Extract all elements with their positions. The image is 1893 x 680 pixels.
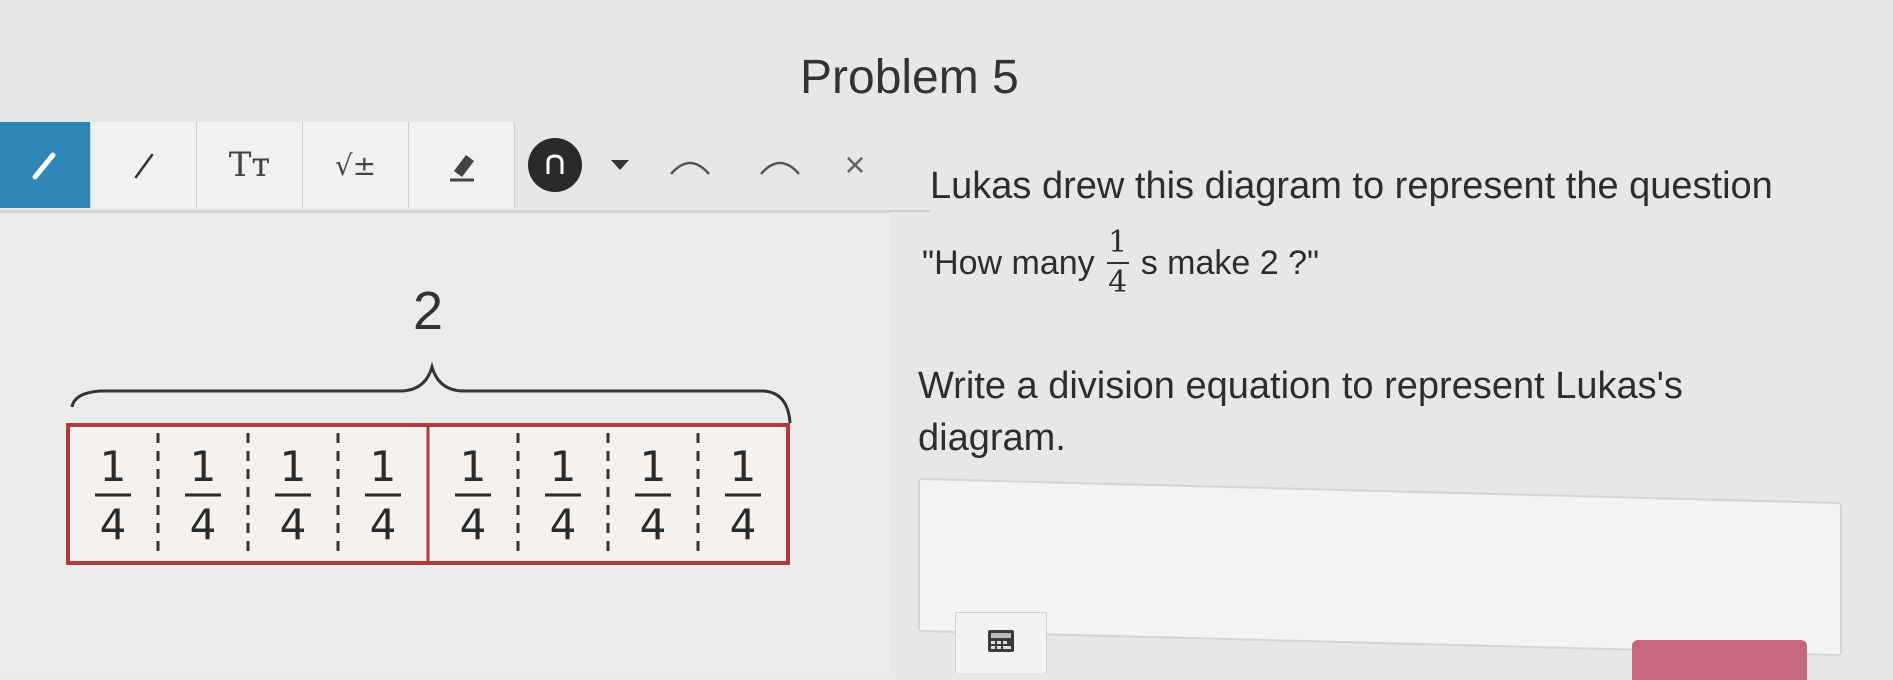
undo-icon [528, 138, 582, 192]
text-icon: Tт [228, 145, 271, 185]
piece-numerator: 1 [460, 442, 487, 491]
fraction-denominator: 4 [1108, 265, 1128, 300]
eraser-tool-button[interactable] [409, 122, 515, 208]
arc-tool-button-2[interactable] [735, 122, 825, 208]
piece-numerator: 1 [640, 442, 667, 491]
keypad-button[interactable] [955, 612, 1047, 673]
piece-denominator: 4 [550, 500, 577, 549]
piece-numerator: 1 [190, 442, 217, 491]
keypad-icon [987, 629, 1015, 658]
tape-diagram: 1 4 1 4 1 4 1 4 1 4 1 4 1 4 1 4 [60, 345, 800, 580]
question-text: Lukas drew this diagram to represent the… [930, 165, 1773, 207]
fraction-numerator: 1 [1108, 225, 1128, 260]
undo-button[interactable] [515, 122, 595, 208]
whole-label: 2 [413, 281, 444, 341]
arc-icon [757, 150, 803, 180]
math-icon: √± [334, 148, 377, 182]
piece-denominator: 4 [730, 500, 757, 549]
piece-numerator: 1 [730, 442, 757, 491]
piece-denominator: 4 [640, 500, 667, 549]
question-line2: "How many 1 4 s make 2 ?" [922, 228, 1319, 298]
question-pre: "How many [922, 243, 1095, 282]
piece-denominator: 4 [100, 500, 127, 549]
piece-numerator: 1 [370, 442, 397, 491]
piece-numerator: 1 [550, 442, 577, 491]
piece-numerator: 1 [100, 442, 127, 491]
page-title: Problem 5 [800, 51, 1019, 104]
piece-denominator: 4 [190, 500, 217, 549]
pencil-icon [25, 145, 65, 185]
line-tool-button[interactable] [91, 122, 197, 208]
answer-input[interactable] [918, 477, 1842, 657]
eraser-icon [440, 143, 484, 187]
arc-tool-button-1[interactable] [645, 122, 735, 208]
question-post: s make 2 ?" [1140, 243, 1320, 282]
arc-icon [667, 150, 713, 180]
close-button[interactable]: × [825, 122, 885, 208]
prompt-text: Write a division equation to represent L… [918, 365, 1683, 459]
fraction-one-fourth: 1 4 [1106, 225, 1129, 300]
piece-denominator: 4 [280, 500, 307, 549]
piece-denominator: 4 [460, 500, 487, 549]
submit-button[interactable] [1632, 640, 1807, 680]
piece-numerator: 1 [280, 442, 307, 491]
fraction-bar [1106, 262, 1129, 264]
drawing-toolbar: Tт √± × [0, 120, 930, 210]
close-icon: × [844, 144, 866, 185]
math-tool-button[interactable]: √± [303, 122, 409, 208]
text-tool-button[interactable]: Tт [197, 122, 303, 208]
brace [70, 361, 792, 424]
undo-dropdown[interactable] [595, 122, 645, 208]
line-icon [124, 145, 164, 185]
pencil-tool-button[interactable] [0, 122, 91, 208]
dropdown-icon [609, 157, 631, 173]
piece-denominator: 4 [370, 500, 397, 549]
